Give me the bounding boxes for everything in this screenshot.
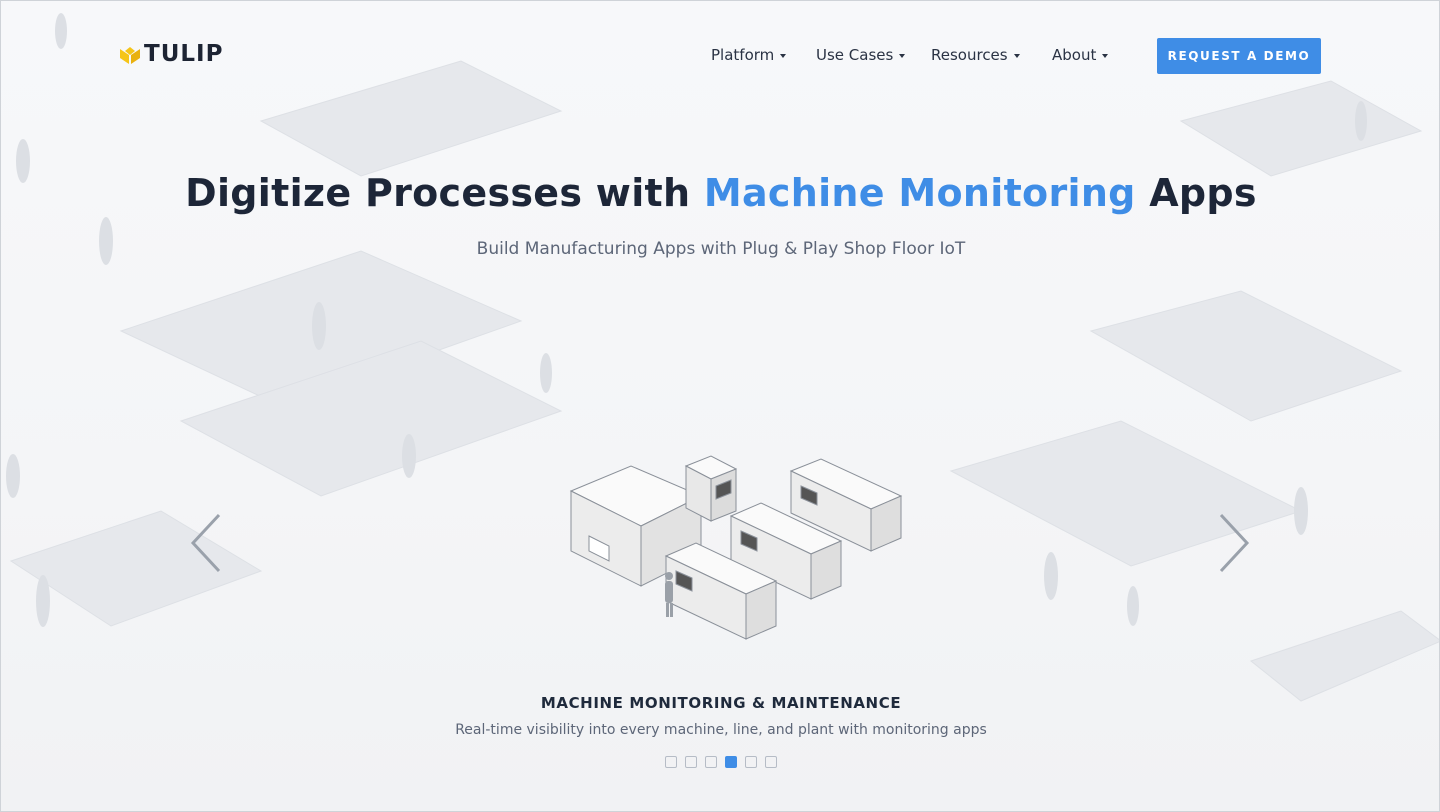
machine-monitoring-illustration: [569, 455, 903, 640]
carousel-dot-3[interactable]: [705, 756, 717, 768]
nav-item-platform[interactable]: Platform: [711, 46, 787, 64]
slide-description: Real-time visibility into every machine,…: [455, 722, 987, 738]
carousel-dot-6[interactable]: [765, 756, 777, 768]
nav-item-about[interactable]: About: [1052, 46, 1109, 64]
nav-item-resources[interactable]: Resources: [931, 46, 1020, 64]
hero-title-post: Apps: [1135, 171, 1257, 215]
nav-item-label: Resources: [931, 46, 1008, 64]
carousel-prev-button[interactable]: [189, 513, 223, 573]
carousel-dot-5[interactable]: [745, 756, 757, 768]
page: TULIP Platform Use Cases Resources About…: [0, 0, 1440, 812]
nav-item-use-cases[interactable]: Use Cases: [816, 46, 906, 64]
caret-down-icon: [1102, 53, 1109, 58]
chevron-right-icon: [1219, 513, 1250, 573]
carousel-next-button[interactable]: [1217, 513, 1251, 573]
slide-title: MACHINE MONITORING & MAINTENANCE: [540, 694, 902, 712]
carousel-dot-4[interactable]: [725, 756, 737, 768]
carousel-dot-1[interactable]: [665, 756, 677, 768]
hero-title-accent: Machine Monitoring: [703, 171, 1136, 215]
caret-down-icon: [899, 53, 906, 58]
hero-title: Digitize Processes with Machine Monitori…: [1, 171, 1439, 215]
logo[interactable]: TULIP: [120, 41, 223, 67]
nav-item-label: About: [1052, 46, 1097, 64]
hero-title-pre: Digitize Processes with: [185, 171, 704, 215]
carousel-dot-2[interactable]: [685, 756, 697, 768]
nav-item-label: Use Cases: [816, 46, 894, 64]
carousel-pagination: [665, 756, 777, 768]
brand-name: TULIP: [144, 41, 224, 67]
chevron-left-icon: [190, 513, 221, 573]
request-demo-button[interactable]: REQUEST A DEMO: [1157, 38, 1321, 74]
background-factory-illustration: [6, 13, 1439, 702]
caret-down-icon: [1013, 53, 1020, 58]
caret-down-icon: [780, 53, 787, 58]
hero-subtitle: Build Manufacturing Apps with Plug & Pla…: [476, 239, 966, 259]
nav-item-label: Platform: [711, 46, 775, 64]
site-header: TULIP Platform Use Cases Resources About…: [1, 1, 1439, 111]
tulip-icon: [120, 47, 140, 64]
